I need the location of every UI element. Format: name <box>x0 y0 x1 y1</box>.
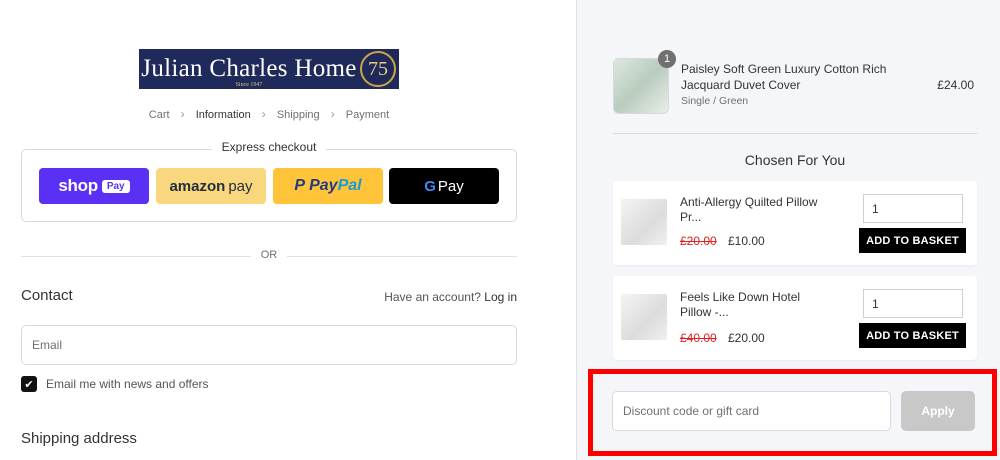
breadcrumb-information: Information <box>195 109 251 121</box>
breadcrumb: Cart › Information › Shipping › Payment <box>0 107 538 121</box>
upsell-card: Feels Like Down Hotel Pillow -... £40.00… <box>613 276 977 360</box>
product-name: Paisley Soft Green Luxury Cotton Rich Ja… <box>681 62 887 92</box>
contact-heading: Contact <box>21 287 73 304</box>
brand-name: Julian Charles Home <box>141 55 357 82</box>
express-checkout-title: Express checkout <box>0 140 538 154</box>
discount-code-input[interactable] <box>612 391 891 431</box>
paypal-button[interactable]: P Pay Pal <box>273 168 383 204</box>
add-to-basket-button[interactable]: ADD TO BASKET <box>859 228 966 253</box>
checkmark-icon: ✔ <box>24 378 34 391</box>
newsletter-checkbox[interactable]: ✔ <box>21 376 37 392</box>
product-variant: Single / Green <box>681 95 749 107</box>
chevron-right-icon: › <box>180 107 185 121</box>
breadcrumb-cart[interactable]: Cart <box>149 109 170 121</box>
chosen-for-you-heading: Chosen For You <box>744 152 846 168</box>
breadcrumb-shipping: Shipping <box>276 109 320 121</box>
google-icon: G <box>424 177 436 195</box>
upsell-thumbnail <box>621 199 667 245</box>
upsell-thumbnail <box>621 294 667 340</box>
login-link[interactable]: Log in <box>484 290 517 304</box>
newsletter-label: Email me with news and offers <box>46 377 209 391</box>
apply-discount-button[interactable]: Apply <box>901 391 975 431</box>
upsell-price: £20.00 <box>728 331 765 345</box>
upsell-quantity-input[interactable] <box>863 289 963 318</box>
summary-divider <box>613 133 977 134</box>
shipping-address-heading: Shipping address <box>21 430 137 447</box>
upsell-name[interactable]: Anti-Allergy Quilted Pillow Pr... <box>680 195 830 225</box>
amazon-pay-button[interactable]: amazon pay <box>156 168 266 204</box>
product-thumbnail <box>613 58 669 114</box>
upsell-price: £10.00 <box>728 234 765 248</box>
brand-since: Since 1947 <box>235 82 263 88</box>
anniversary-badge: 75 <box>360 51 396 87</box>
chevron-right-icon: › <box>330 107 335 121</box>
upsell-old-price: £40.00 <box>680 331 717 345</box>
product-price: £24.00 <box>937 78 974 92</box>
checkout-main-panel: Julian Charles Home Since 1947 75 Cart ›… <box>0 0 576 460</box>
email-field[interactable] <box>21 325 517 365</box>
upsell-card: Anti-Allergy Quilted Pillow Pr... £20.00… <box>613 181 977 265</box>
upsell-name[interactable]: Feels Like Down Hotel Pillow -... <box>680 290 830 320</box>
upsell-old-price: £20.00 <box>680 234 717 248</box>
breadcrumb-payment: Payment <box>345 109 390 121</box>
google-pay-button[interactable]: G Pay <box>389 168 499 204</box>
or-divider: OR <box>21 249 517 261</box>
newsletter-option: ✔ Email me with news and offers <box>21 376 209 392</box>
account-prompt: Have an account? Log in <box>384 290 517 304</box>
quantity-badge: 1 <box>658 50 676 68</box>
paypal-icon: P <box>294 177 306 194</box>
chevron-right-icon: › <box>261 107 266 121</box>
shop-pay-button[interactable]: shop Pay <box>39 168 149 204</box>
add-to-basket-button[interactable]: ADD TO BASKET <box>859 323 966 348</box>
upsell-quantity-input[interactable] <box>863 194 963 223</box>
brand-logo[interactable]: Julian Charles Home Since 1947 75 <box>139 49 399 89</box>
